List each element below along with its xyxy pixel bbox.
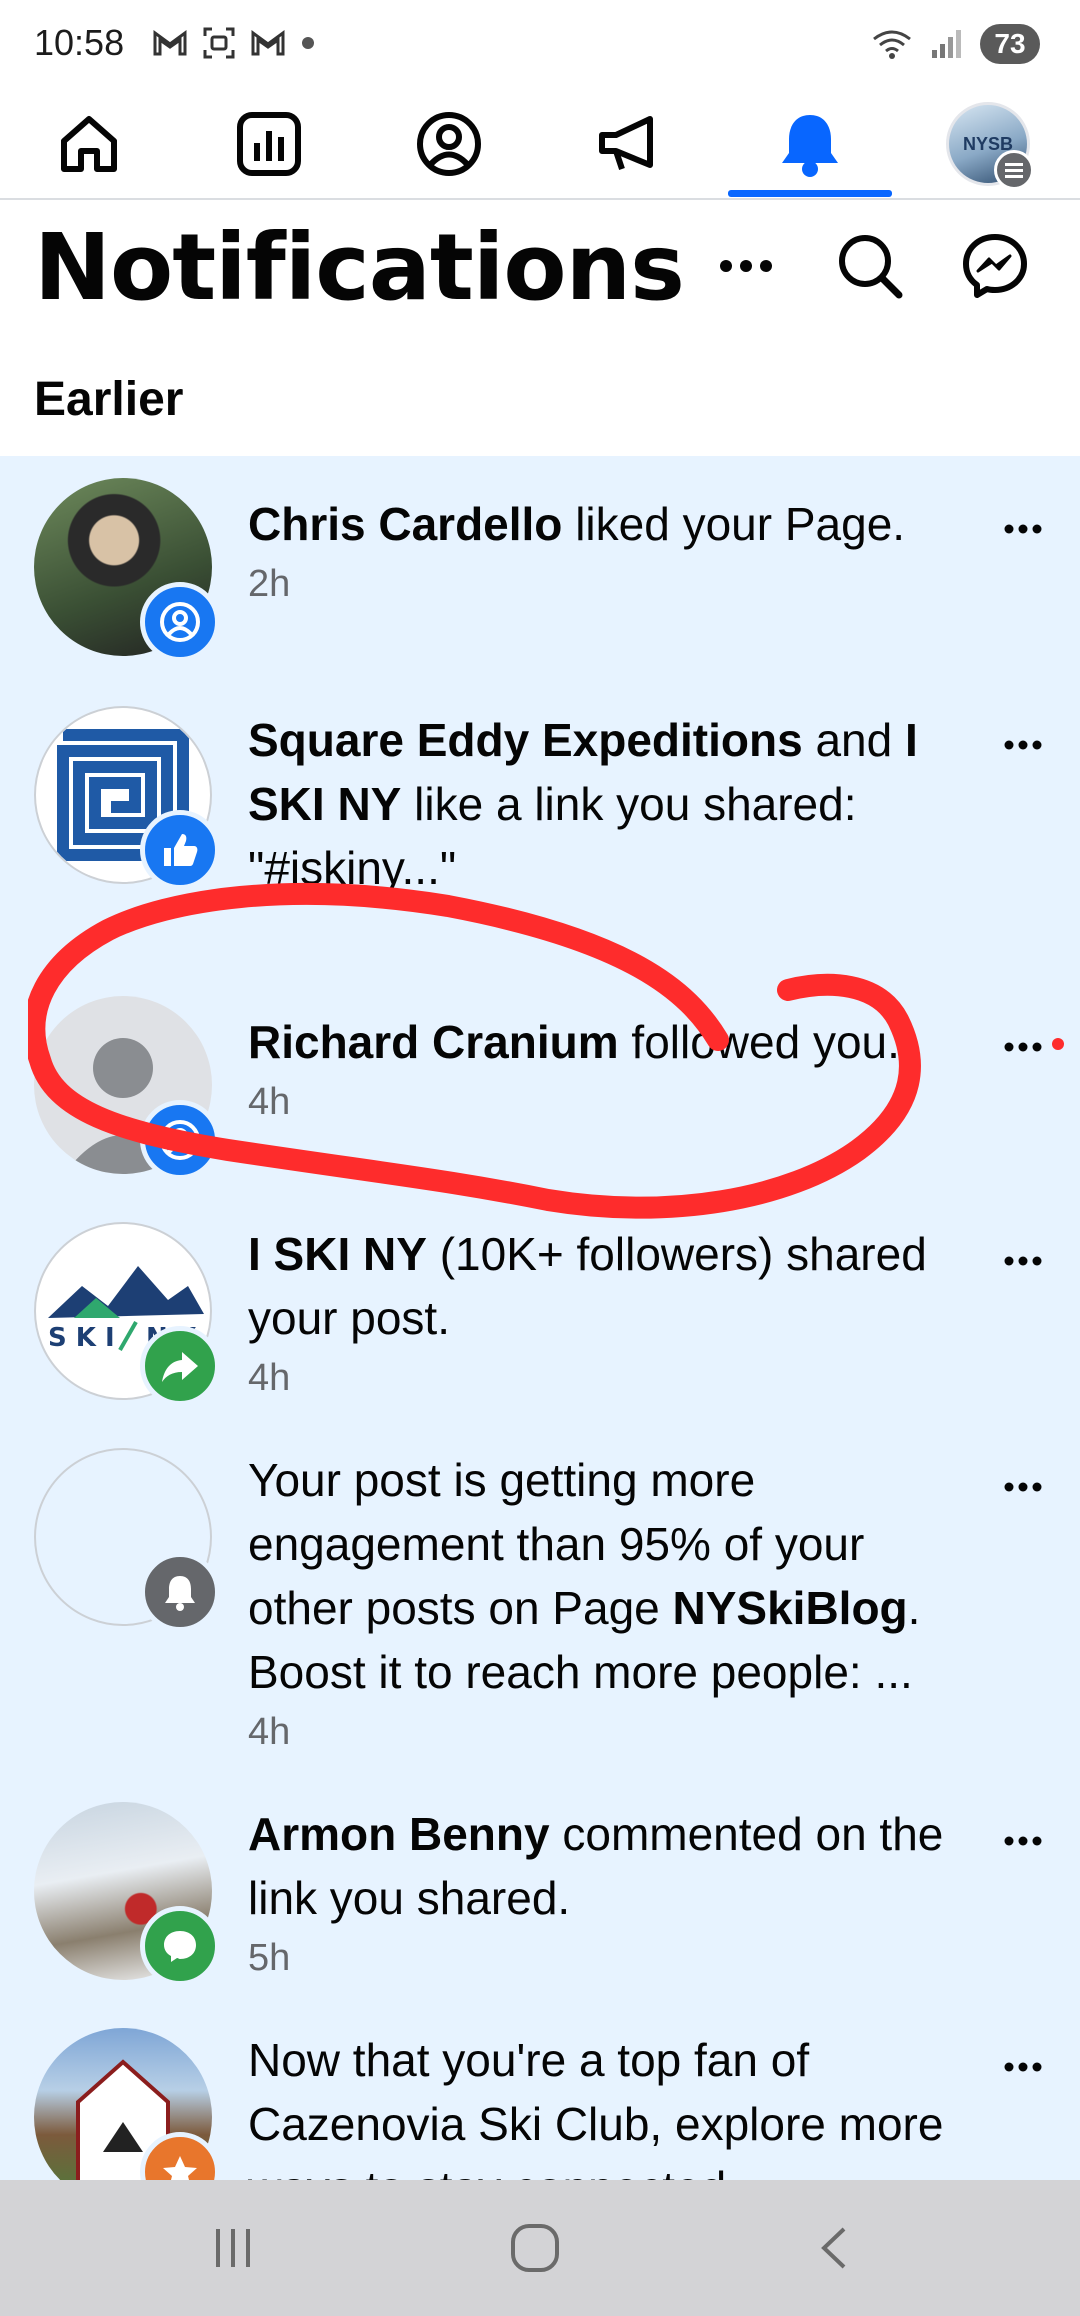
timestamp: 4h [248,1711,291,1753]
bell-icon [782,115,838,177]
notification-more-button[interactable] [990,720,1056,770]
notification-message: followed you. [618,1016,900,1068]
notifications-header: Notifications Earlier [0,200,1080,456]
avatar [34,706,220,890]
more-icon [1004,740,1042,750]
top-navigation: NYSB [0,92,1080,200]
actor-name: Richard Cranium [248,1016,619,1068]
home-button[interactable] [480,2208,590,2288]
section-heading: Earlier [34,373,184,426]
connector-text: and [802,714,905,766]
notification-text: Now that you're a top fan of Cazenovia S… [248,2028,968,2180]
dashboard-icon [237,112,301,176]
notification-more-button[interactable] [990,1462,1056,1512]
back-button[interactable] [780,2208,890,2288]
notification-message: liked your Page. [562,498,906,550]
signal-icon [932,30,961,58]
notification-text: Square Eddy Expeditions and I SKI NY lik… [248,708,968,900]
notification-more-button[interactable] [990,1022,1056,1072]
notification-message: Now that you're a top fan of Cazenovia S… [248,2034,944,2180]
battery-indicator: 73 [980,24,1040,64]
avatar [34,1802,220,1986]
more-icon [1004,1042,1042,1052]
notification-icons [152,26,316,60]
svg-text:S K I: S K I [48,1323,115,1353]
dot-icon [302,37,314,49]
actor-name: I SKI NY [248,1228,427,1280]
recent-apps-icon [216,2229,250,2267]
home-circle-icon [511,2224,559,2272]
nav-dashboard[interactable] [214,104,324,184]
nav-home[interactable] [34,104,144,184]
avatar [34,1448,220,1632]
avatar [34,2028,220,2180]
menu-icon[interactable] [994,150,1034,190]
like-icon [140,810,220,890]
notification-text: Richard Cranium followed you. 4h [248,1010,968,1130]
more-icon [720,260,772,272]
notification-item[interactable]: Your post is getting more engagement tha… [0,1448,1080,1788]
avatar [34,996,220,1180]
timestamp: 4h [248,1081,291,1123]
actor-name: Chris Cardello [248,498,563,550]
search-button[interactable] [830,226,910,306]
avatar: S K IN Y [34,1222,220,1406]
recent-apps-button[interactable] [178,2208,288,2288]
status-bar: 10:58 73 [0,0,1080,92]
back-icon [821,2227,846,2269]
home-icon [61,116,117,172]
notification-more-button[interactable] [990,1816,1056,1866]
actor-name: Square Eddy Expeditions [248,714,803,766]
notification-text: Chris Cardello liked your Page. 2h [248,492,968,612]
timestamp: 4h [248,1357,291,1399]
timestamp: 5h [248,1937,291,1979]
system-navigation-bar [0,2180,1080,2316]
nav-ads[interactable] [574,104,684,184]
status-time: 10:58 [34,22,125,63]
notification-item[interactable]: Armon Benny commented on the link you sh… [0,1802,1080,2002]
more-icon [1004,1482,1042,1492]
system-icons: 73 [870,24,1040,64]
messenger-button[interactable] [955,226,1035,306]
notification-more-button[interactable] [990,504,1056,554]
profile-icon [417,112,481,176]
bell-icon [140,1552,220,1632]
page-title: Notifications [34,214,685,321]
megaphone-icon [599,116,653,170]
wifi-icon [873,30,911,59]
timestamp: 2h [248,563,291,605]
more-options-button[interactable] [706,226,786,306]
notification-more-button[interactable] [990,2042,1056,2092]
share-icon [140,1326,220,1406]
messenger-icon [963,234,1027,298]
follow-icon [140,582,220,662]
notification-more-button[interactable] [990,1236,1056,1286]
screenshot-icon [203,27,235,59]
search-icon [839,235,903,299]
notification-item[interactable]: Richard Cranium followed you. 4h [0,996,1080,1196]
more-icon [1004,1256,1042,1266]
comment-icon [140,1906,220,1986]
notification-item[interactable]: Chris Cardello liked your Page. 2h [0,478,1080,678]
more-icon [1004,524,1042,534]
gmail-icon [251,30,285,56]
nav-profile[interactable] [394,104,504,184]
notification-item[interactable]: S K IN Y I SKI NY (10K+ followers) share… [0,1222,1080,1432]
notification-item[interactable]: Now that you're a top fan of Cazenovia S… [0,2028,1080,2180]
nav-notifications[interactable] [755,104,865,184]
more-icon [1004,2062,1042,2072]
notification-item[interactable]: Square Eddy Expeditions and I SKI NY lik… [0,706,1080,966]
notification-text: Your post is getting more engagement tha… [248,1448,968,1760]
more-icon [1004,1836,1042,1846]
follow-icon [140,1100,220,1180]
active-tab-indicator [728,190,892,197]
page-name: NYSkiBlog [672,1582,908,1634]
notification-text: I SKI NY (10K+ followers) shared your po… [248,1222,968,1406]
actor-name: Armon Benny [248,1808,550,1860]
notification-list: Chris Cardello liked your Page. 2h Squar… [0,456,1080,2180]
avatar [34,478,220,662]
notification-text: Armon Benny commented on the link you sh… [248,1802,968,1986]
gmail-icon [153,30,187,56]
